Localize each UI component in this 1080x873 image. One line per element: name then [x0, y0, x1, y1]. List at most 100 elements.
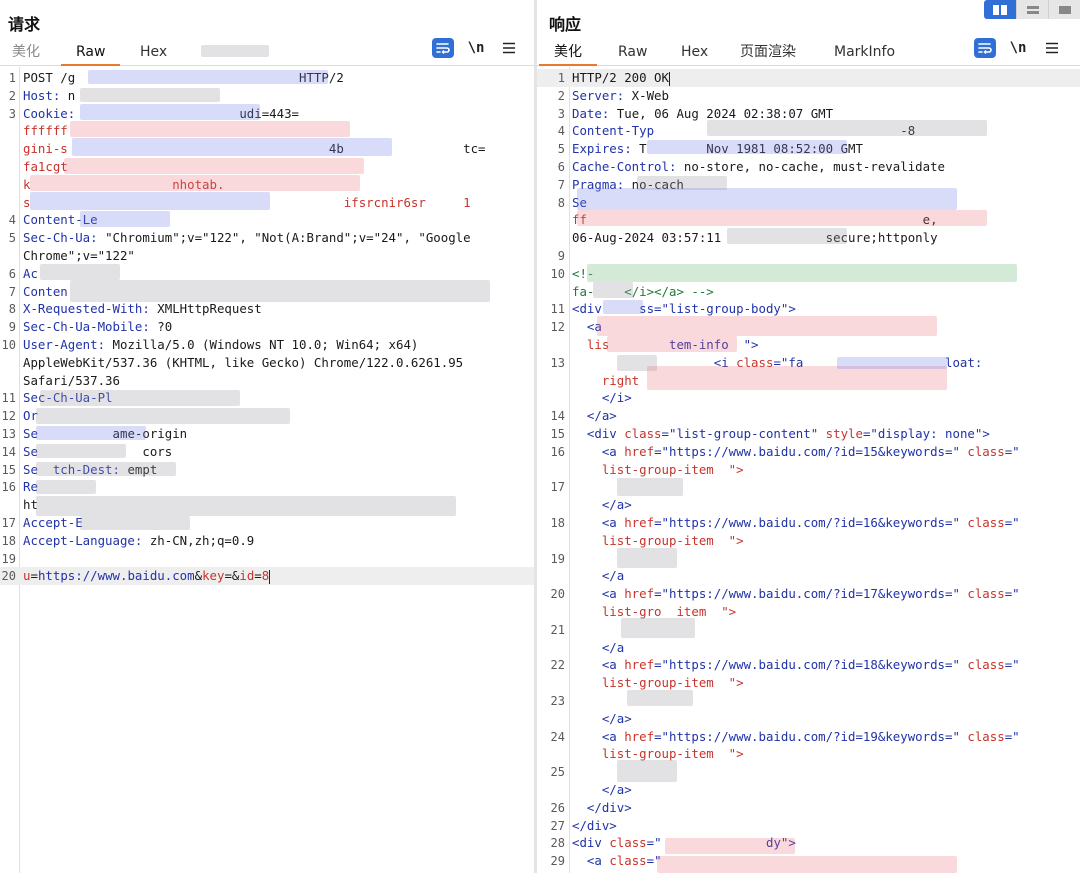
layout-side-by-side-button[interactable]	[984, 0, 1016, 19]
layout-stacked-button[interactable]	[1016, 0, 1048, 19]
response-code-line[interactable]: 1 HTTP/2 200 OK	[537, 69, 1080, 87]
request-code-line[interactable]: 19	[0, 550, 534, 568]
request-code-line[interactable]: 13 Se ame-origin	[0, 425, 534, 443]
response-code-line[interactable]: 06-Aug-2024 03:57:11 secure;httponly	[537, 229, 1080, 247]
request-code-line[interactable]: 9 Sec-Ch-Ua-Mobile: ?0	[0, 318, 534, 336]
request-code-line[interactable]: 2 Host: n	[0, 87, 534, 105]
request-code-line[interactable]: Chrome";v="122"	[0, 247, 534, 265]
response-code-line[interactable]: </i>	[537, 389, 1080, 407]
request-newline-toggle[interactable]: \n	[465, 38, 487, 58]
request-code-line[interactable]: 14 Se cors	[0, 443, 534, 461]
request-code-line[interactable]: 6 Ac	[0, 265, 534, 283]
response-code-line[interactable]: list-group-item ">	[537, 745, 1080, 763]
code-token: class	[736, 354, 774, 370]
request-code-line[interactable]: 4 Content-Le	[0, 211, 534, 229]
response-code-line[interactable]: 8 Se	[537, 194, 1080, 212]
response-code-line[interactable]: </a>	[537, 496, 1080, 514]
response-code-line[interactable]: 6 Cache-Control: no-store, no-cache, must…	[537, 158, 1080, 176]
request-code-line[interactable]: ffffff	[0, 122, 534, 140]
request-code-line[interactable]: Safari/537.36	[0, 372, 534, 390]
response-code-line[interactable]: 2 Server: X-Web	[537, 87, 1080, 105]
request-code-line[interactable]: 18 Accept-Language: zh-CN,zh;q=0.9	[0, 532, 534, 550]
request-code-line[interactable]: 17 Accept-E	[0, 514, 534, 532]
code-token: "Chromium";v="122", "Not(A:Brand";v="24"…	[97, 230, 471, 246]
request-code-line[interactable]: gini-s 4b tc=	[0, 140, 534, 158]
response-code-line[interactable]: 7 Pragma: no-cach	[537, 176, 1080, 194]
code-token: n	[60, 87, 76, 103]
response-code-line[interactable]: 15 <div class="list-group-content" style…	[537, 425, 1080, 443]
code-token: Tue, 06 Aug 2024 02:38:07 GMT	[609, 105, 834, 121]
response-code-line[interactable]: 24 <a href="https://www.baidu.com/?id=19…	[537, 728, 1080, 746]
response-code-line[interactable]: </a	[537, 567, 1080, 585]
request-code-line[interactable]: fa1cgt	[0, 158, 534, 176]
response-editor[interactable]: 1 HTTP/2 200 OK 2 Server: X-Web 3 Date: Tue, …	[537, 67, 1080, 873]
request-code-line[interactable]: 3 Cookie: udi=443=	[0, 105, 534, 123]
request-code-line[interactable]: ht	[0, 496, 534, 514]
response-wrap-toggle[interactable]	[974, 38, 996, 58]
response-code-line[interactable]: 26 </div>	[537, 799, 1080, 817]
request-code-line[interactable]: AppleWebKit/537.36 (KHTML, like Gecko) C…	[0, 354, 534, 372]
response-code-line[interactable]: </a>	[537, 710, 1080, 728]
response-code-line[interactable]: 9	[537, 247, 1080, 265]
response-code-line[interactable]: 18 <a href="https://www.baidu.com/?id=16…	[537, 514, 1080, 532]
response-tab-markinfo[interactable]: MarkInfo	[834, 43, 895, 66]
request-code-line[interactable]: 20 u=https://www.baidu.com&key=&id=8	[0, 567, 534, 586]
response-newline-toggle[interactable]: \n	[1007, 38, 1029, 58]
request-code-line[interactable]: 1 POST /g HTTP/2	[0, 69, 534, 87]
request-code-line[interactable]: 8 X-Requested-With: XMLHttpRequest	[0, 300, 534, 318]
response-code-line[interactable]: </a>	[537, 781, 1080, 799]
request-tab-hex[interactable]: Hex	[140, 43, 167, 66]
response-code-line[interactable]: right	[537, 372, 1080, 390]
response-code-line[interactable]: 25	[537, 763, 1080, 781]
response-code-line[interactable]: 3 Date: Tue, 06 Aug 2024 02:38:07 GMT	[537, 105, 1080, 123]
response-code-line[interactable]: 28 <div class=" dy">	[537, 834, 1080, 852]
request-code-line[interactable]: 15 Se tch-Dest: empt	[0, 461, 534, 479]
response-tab-pretty[interactable]: 美化	[539, 43, 597, 66]
response-code-line[interactable]: list-group-item ">	[537, 674, 1080, 692]
response-tab-render[interactable]: 页面渲染	[740, 43, 796, 66]
response-code-line[interactable]: lis tem-info ">	[537, 336, 1080, 354]
response-code-line[interactable]: 13 <i class="fa loat:	[537, 354, 1080, 372]
response-code-line[interactable]: 4 Content-Typ -8	[537, 122, 1080, 140]
response-code-line[interactable]: 5 Expires: T Nov 1981 08:52:00 GMT	[537, 140, 1080, 158]
response-tab-raw[interactable]: Raw	[618, 43, 647, 66]
response-code-line[interactable]: 16 <a href="https://www.baidu.com/?id=15…	[537, 443, 1080, 461]
response-code-line[interactable]: 17	[537, 478, 1080, 496]
request-code-line[interactable]: 16 Re	[0, 478, 534, 496]
response-code-line[interactable]: 20 <a href="https://www.baidu.com/?id=17…	[537, 585, 1080, 603]
response-code-line[interactable]: list-gro item ">	[537, 603, 1080, 621]
code-token: &	[194, 568, 203, 584]
response-code-line[interactable]: 23	[537, 692, 1080, 710]
response-code-line[interactable]: fa- </i></a> -->	[537, 283, 1080, 301]
response-code-line[interactable]: 14 </a>	[537, 407, 1080, 425]
response-code-line[interactable]: 27 </div>	[537, 817, 1080, 835]
response-code-line[interactable]: ff e,	[537, 211, 1080, 229]
response-code-line[interactable]: </a	[537, 639, 1080, 657]
response-code-line[interactable]: 29 <a class="	[537, 852, 1080, 870]
request-tab-pretty[interactable]: 美化	[12, 43, 40, 66]
response-code-line[interactable]: 21	[537, 621, 1080, 639]
response-tab-hex[interactable]: Hex	[681, 43, 708, 66]
request-code-line[interactable]: s ifsrcnir6sr 1	[0, 194, 534, 212]
request-code-line[interactable]: 12 Or	[0, 407, 534, 425]
request-code-line[interactable]: 11 Sec-Ch-Ua-Pl	[0, 389, 534, 407]
response-code-line[interactable]: 19	[537, 550, 1080, 568]
request-tab-raw[interactable]: Raw	[60, 43, 122, 66]
request-code-line[interactable]: 7 Conten	[0, 283, 534, 301]
request-code-line[interactable]: 10 User-Agent: Mozilla/5.0 (Windows NT 10…	[0, 336, 534, 354]
code-token: class	[967, 728, 1005, 744]
code-token: -8	[654, 123, 916, 139]
request-code-line[interactable]: 5 Sec-Ch-Ua: "Chromium";v="122", "Not(A:B…	[0, 229, 534, 247]
response-code-line[interactable]: list-group-item ">	[537, 532, 1080, 550]
response-code-line[interactable]: 10 <!-	[537, 265, 1080, 283]
request-wrap-toggle[interactable]	[432, 38, 454, 58]
response-menu-button[interactable]	[1041, 38, 1063, 58]
request-editor[interactable]: 1 POST /g HTTP/2 2 Host: n 3 Cookie: udi=443=…	[0, 67, 534, 873]
response-code-line[interactable]: list-group-item ">	[537, 461, 1080, 479]
response-code-line[interactable]: 22 <a href="https://www.baidu.com/?id=18…	[537, 656, 1080, 674]
request-menu-button[interactable]	[498, 38, 520, 58]
response-code-line[interactable]: 12 <a	[537, 318, 1080, 336]
response-code-line[interactable]: 11 <div ss="list-group-body">	[537, 300, 1080, 318]
request-code-line[interactable]: k nhotab.	[0, 176, 534, 194]
layout-single-button[interactable]	[1048, 0, 1080, 19]
